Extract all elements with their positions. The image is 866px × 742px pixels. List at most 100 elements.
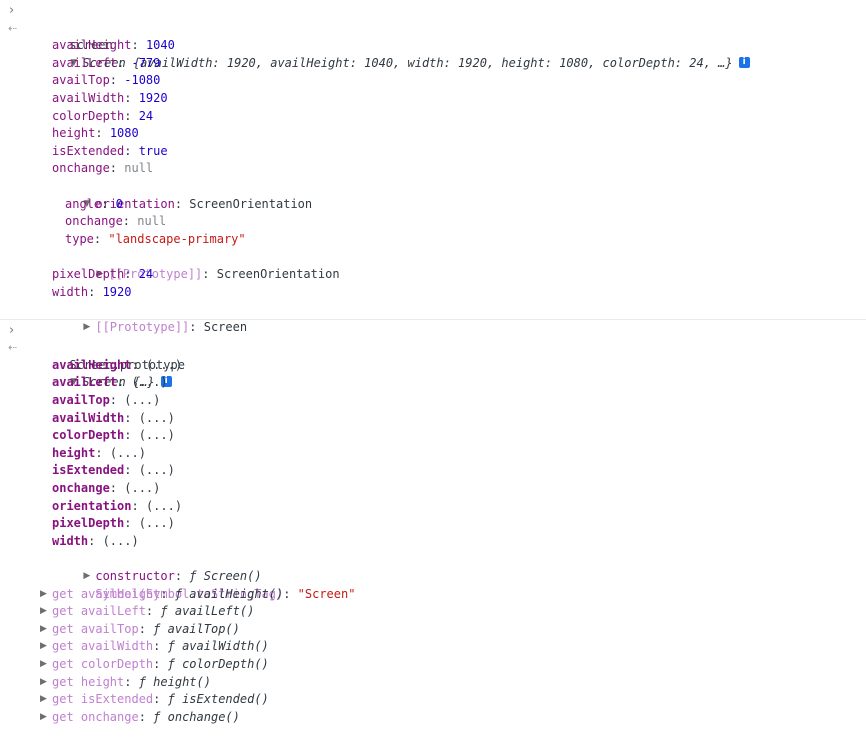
prop-value: isExtended() — [182, 692, 269, 707]
tree-row[interactable]: availLeft: -779 — [0, 55, 866, 73]
tree-row[interactable]: onchange: (...) — [0, 480, 866, 498]
prop-value: (...) — [109, 445, 146, 460]
tree-row-getter[interactable]: ▶ get availTop: ƒ availTop() — [0, 621, 866, 639]
result-summary[interactable]: ⇠ ▼ Screen {availWidth: 1920, availHeight… — [0, 20, 866, 70]
prop-value: (...) — [124, 393, 161, 408]
tree-row[interactable]: isExtended: true — [0, 143, 866, 161]
prop-value: (...) — [131, 375, 168, 390]
expand-triangle-right-icon[interactable]: ▶ — [40, 638, 52, 656]
prop-key: onchange — [52, 481, 110, 496]
prop-key: get availLeft — [52, 604, 146, 619]
tree-row-prototype[interactable]: ▶ [[Prototype]]: Screen — [0, 301, 866, 334]
tree-row[interactable]: availWidth: (...) — [0, 410, 866, 428]
prop-key: colorDepth — [52, 428, 125, 443]
expand-triangle-right-icon[interactable]: ▶ — [40, 586, 52, 604]
function-symbol: ƒ — [138, 674, 146, 689]
prop-key: height — [52, 445, 96, 460]
prop-key: pixelDepth — [52, 266, 125, 281]
prop-value: availLeft() — [174, 604, 255, 619]
prop-key: colorDepth — [52, 108, 125, 123]
prop-value: null — [124, 161, 154, 176]
tree-row[interactable]: pixelDepth: (...) — [0, 515, 866, 533]
function-symbol: ƒ — [153, 621, 161, 636]
tree-row[interactable]: onchange: null — [0, 160, 866, 178]
prop-key: get availHeight — [52, 586, 161, 601]
prop-key: type — [65, 231, 94, 246]
result-summary[interactable]: ⇠ ▼ Screen {…} i — [0, 339, 866, 389]
tree-row-getter[interactable]: ▶ get colorDepth: ƒ colorDepth() — [0, 656, 866, 674]
command-line[interactable]: Screen.prototype — [0, 322, 866, 372]
prop-key: availTop — [52, 73, 110, 88]
expand-triangle-right-icon[interactable]: ▶ — [40, 709, 52, 727]
prop-key: onchange — [52, 161, 110, 176]
tree-row[interactable]: pixelDepth: 24 — [0, 266, 866, 284]
expand-triangle-right-icon[interactable]: ▶ — [40, 674, 52, 692]
prop-value: height() — [153, 674, 211, 689]
expand-triangle-right-icon[interactable]: ▶ — [40, 621, 52, 639]
prop-value: (...) — [102, 533, 139, 548]
prop-value: null — [137, 214, 167, 229]
prop-key: availLeft — [52, 375, 118, 390]
function-symbol: ƒ — [167, 656, 175, 671]
expand-triangle-right-icon[interactable]: ▶ — [40, 603, 52, 621]
prop-key: get availWidth — [52, 639, 154, 654]
prop-key: height — [52, 126, 96, 141]
tree-row[interactable]: angle: 0 — [0, 196, 866, 214]
prop-value: 1920 — [102, 284, 132, 299]
tree-row[interactable]: orientation: (...) — [0, 498, 866, 516]
tree-row[interactable]: colorDepth: (...) — [0, 427, 866, 445]
tree-row[interactable]: availLeft: (...) — [0, 374, 866, 392]
prop-value: (...) — [138, 516, 175, 531]
tree-row[interactable]: type: "landscape-primary" — [0, 231, 866, 249]
prop-value: colorDepth() — [182, 656, 269, 671]
tree-row[interactable]: availTop: -1080 — [0, 72, 866, 90]
tree-row-getter[interactable]: ▶ get onchange: ƒ onchange() — [0, 709, 866, 727]
prop-key: availLeft — [52, 55, 118, 70]
expand-triangle-right-icon[interactable]: ▶ — [40, 656, 52, 674]
expand-triangle-right-icon[interactable]: ▶ — [40, 691, 52, 709]
tree-row-orientation[interactable]: ▼ orientation: ScreenOrientation — [0, 178, 866, 211]
function-symbol: ƒ — [160, 604, 168, 619]
tree-row-getter[interactable]: ▶ get height: ƒ height() — [0, 674, 866, 692]
prop-key: get colorDepth — [52, 656, 154, 671]
tree-row[interactable]: colorDepth: 24 — [0, 108, 866, 126]
function-symbol: ƒ — [153, 709, 161, 724]
tree-row[interactable]: height: 1080 — [0, 125, 866, 143]
tree-row-getter[interactable]: ▶ get isExtended: ƒ isExtended() — [0, 691, 866, 709]
prompt-chevron-icon — [9, 322, 19, 340]
prop-value: (...) — [138, 428, 175, 443]
tree-row[interactable]: isExtended: (...) — [0, 462, 866, 480]
prop-value: (...) — [124, 481, 161, 496]
prop-key: width — [52, 533, 89, 548]
tree-row-getter[interactable]: ▶ get availWidth: ƒ availWidth() — [0, 638, 866, 656]
tree-row[interactable]: availHeight: (...) — [0, 357, 866, 375]
prop-key: availHeight — [52, 357, 132, 372]
prop-value: availTop() — [167, 621, 240, 636]
tree-row-orientation-prototype[interactable]: ▶ [[Prototype]]: ScreenOrientation — [0, 248, 866, 281]
console-entry-screen-prototype: Screen.prototype ⇠ ▼Screen {…}i availHei… — [0, 318, 866, 727]
tree-row[interactable]: width: 1920 — [0, 284, 866, 302]
console-entry-screen: screen ⇠ ▼Screen {availWidth: 1920, avai… — [0, 0, 866, 334]
prop-value: availWidth() — [182, 639, 269, 654]
tree-row-getter[interactable]: ▶ get availLeft: ƒ availLeft() — [0, 603, 866, 621]
tree-row-constructor[interactable]: ▶ constructor: ƒ Screen() — [0, 550, 866, 583]
prop-value: -779 — [131, 55, 161, 70]
prop-key: availHeight — [52, 38, 132, 53]
tree-row[interactable]: availHeight: 1040 — [0, 37, 866, 55]
prop-key: width — [52, 284, 89, 299]
prop-value: "landscape-primary" — [108, 231, 246, 246]
result-arrow-icon: ⇠ — [8, 341, 18, 355]
prop-key: get onchange — [52, 709, 139, 724]
tree-row[interactable]: width: (...) — [0, 533, 866, 551]
prop-key: pixelDepth — [52, 516, 125, 531]
tree-row[interactable]: availWidth: 1920 — [0, 90, 866, 108]
tree-row-getter[interactable]: ▶ get availHeight: ƒ availHeight() — [0, 586, 866, 604]
tree-row-symbol[interactable]: Symbol(Symbol.toStringTag): "Screen" — [0, 568, 866, 601]
console-panel: screen ⇠ ▼Screen {availWidth: 1920, avai… — [0, 0, 866, 742]
tree-row[interactable]: availTop: (...) — [0, 392, 866, 410]
tree-row[interactable]: onchange: null — [0, 213, 866, 231]
command-line[interactable]: screen — [0, 2, 866, 52]
prop-value: 24 — [138, 266, 154, 281]
tree-row[interactable]: height: (...) — [0, 445, 866, 463]
prop-value: true — [138, 143, 168, 158]
